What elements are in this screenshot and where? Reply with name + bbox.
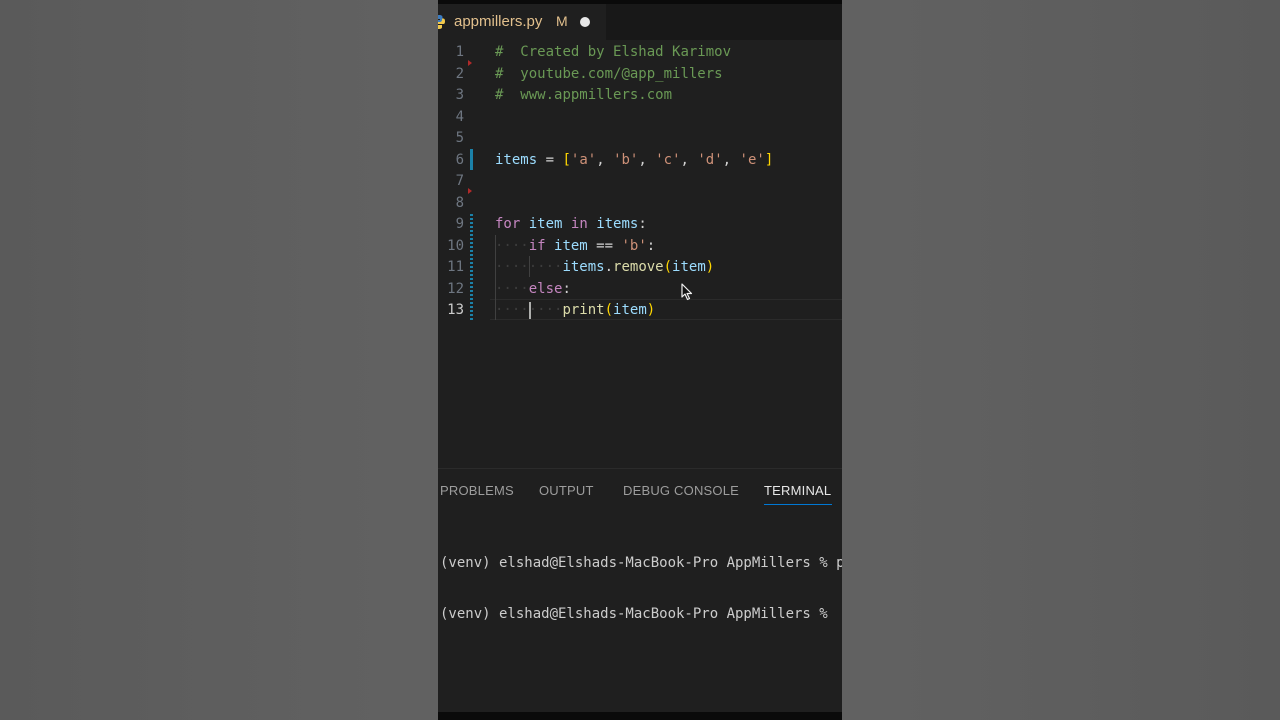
- code-bracket: (: [604, 302, 614, 318]
- comment-text: Created by Elshad Karimov: [520, 44, 732, 60]
- tab-debug-console[interactable]: DEBUG CONSOLE: [623, 483, 739, 498]
- line-number: 8: [455, 194, 464, 211]
- line-number: 12: [447, 280, 464, 297]
- code-keyword: in: [570, 216, 588, 232]
- code-line: 4: [438, 107, 842, 128]
- code-line: 5: [438, 128, 842, 149]
- code-function: remove: [613, 259, 664, 275]
- code-line: 13 ········print(item): [438, 300, 842, 321]
- code-variable: items: [495, 151, 538, 168]
- tab-problems[interactable]: PROBLEMS: [440, 483, 514, 498]
- tab-filename: appmillers.py: [454, 13, 543, 30]
- code-keyword: for: [495, 216, 521, 232]
- code-operator: =: [545, 151, 555, 168]
- code-line: 6 items = ['a', 'b', 'c', 'd', 'e']: [438, 150, 842, 171]
- code-string: 'b': [621, 237, 647, 254]
- code-variable: items: [596, 216, 639, 232]
- line-number: 7: [455, 173, 464, 189]
- code-operator: .: [604, 259, 614, 275]
- line-number: 9: [455, 216, 464, 232]
- code-string: 'd': [697, 151, 723, 168]
- unsaved-dot-icon[interactable]: [580, 17, 590, 27]
- code-editor[interactable]: 1 # Created by Elshad Karimov 2 # youtub…: [438, 42, 842, 468]
- code-variable: item: [613, 302, 647, 318]
- code-keyword: else: [528, 280, 563, 297]
- line-number: 11: [447, 259, 464, 275]
- line-number: 13: [447, 302, 464, 318]
- code-variable: items: [562, 259, 605, 275]
- code-line: 2 # youtube.com/@app_millers: [438, 64, 842, 85]
- code-line: 10 ····if item == 'b':: [438, 236, 842, 257]
- code-bracket: ): [646, 302, 656, 318]
- code-operator: :: [562, 280, 571, 297]
- python-file-icon: [438, 15, 445, 29]
- code-operator: ==: [596, 237, 614, 254]
- comment-text: youtube.com/@app_millers: [520, 65, 723, 82]
- code-operator: :: [638, 216, 647, 232]
- bottom-panel: PROBLEMS OUTPUT DEBUG CONSOLE TERMINAL (…: [438, 468, 842, 713]
- code-string: 'b': [613, 151, 639, 168]
- code-bracket: (: [663, 259, 673, 275]
- terminal-line: (venv) elshad@Elshads-MacBook-Pro AppMil…: [440, 606, 837, 622]
- line-number: 2: [455, 65, 464, 82]
- code-bracket: ): [705, 259, 715, 275]
- vscode-editor-window: appmillers.py M 1 # Created by Elshad Ka…: [438, 0, 842, 720]
- terminal-line: (venv) elshad@Elshads-MacBook-Pro AppMil…: [440, 555, 842, 571]
- code-line: 1 # Created by Elshad Karimov: [438, 42, 842, 63]
- code-function: print: [562, 302, 605, 318]
- code-variable: item: [672, 259, 706, 275]
- tab-terminal[interactable]: TERMINAL: [764, 483, 831, 498]
- code-line: 8: [438, 193, 842, 214]
- editor-tab-bar: appmillers.py M: [438, 4, 842, 40]
- code-operator: :: [646, 237, 656, 254]
- code-bracket: ]: [764, 151, 774, 168]
- line-number: 6: [455, 151, 464, 168]
- tab-modified-indicator: M: [556, 13, 568, 29]
- code-keyword: if: [528, 237, 546, 254]
- comment-text: www.appmillers.com: [520, 87, 673, 103]
- code-bracket: [: [562, 151, 571, 168]
- panel-tab-bar: PROBLEMS OUTPUT DEBUG CONSOLE TERMINAL: [438, 469, 842, 511]
- text-cursor: [529, 302, 531, 319]
- code-line: 11 ········items.remove(item): [438, 257, 842, 278]
- line-number: 3: [455, 87, 464, 103]
- code-line: 12 ····else:: [438, 279, 842, 300]
- code-string: 'a': [570, 151, 597, 168]
- line-number: 5: [455, 130, 464, 146]
- active-tab-underline: [764, 504, 832, 505]
- mouse-pointer-icon: [681, 283, 693, 301]
- line-number: 4: [455, 108, 464, 125]
- code-string: 'c': [655, 151, 681, 168]
- code-line: 3 # www.appmillers.com: [438, 85, 842, 106]
- tab-output[interactable]: OUTPUT: [539, 483, 594, 498]
- line-number: 1: [455, 44, 464, 60]
- code-line: 9 for item in items:: [438, 214, 842, 235]
- code-string: 'e': [739, 151, 765, 168]
- editor-tab-appmillers[interactable]: appmillers.py M: [438, 4, 606, 40]
- code-variable: item: [528, 216, 563, 232]
- code-variable: item: [554, 237, 588, 254]
- bottom-strip: [438, 712, 842, 720]
- terminal-output[interactable]: (venv) elshad@Elshads-MacBook-Pro AppMil…: [440, 521, 842, 657]
- line-number: 10: [447, 237, 464, 254]
- code-line: 7: [438, 171, 842, 192]
